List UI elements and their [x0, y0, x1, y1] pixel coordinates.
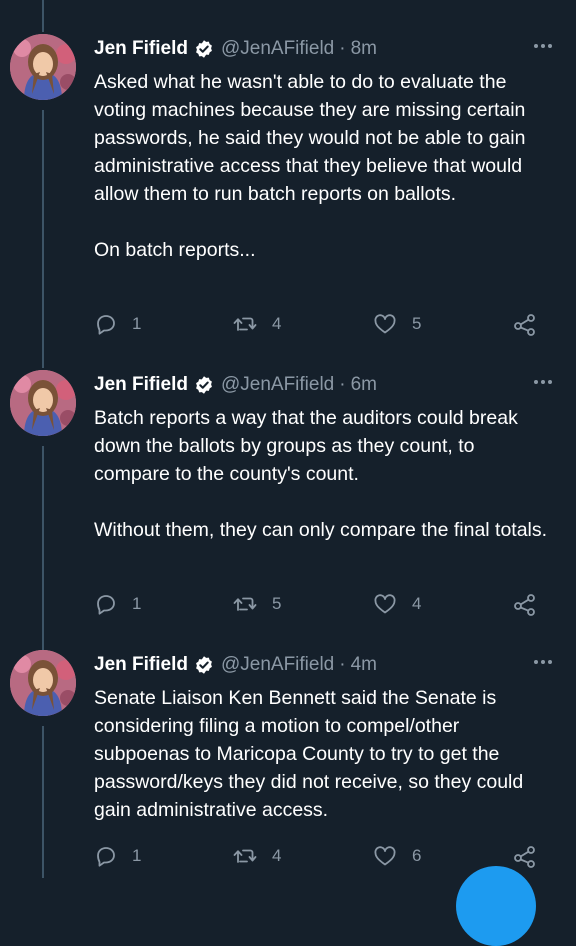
avatar[interactable] [10, 34, 76, 100]
tweet[interactable]: Jen Fifield @JenAFifield · 6m Batch repo… [0, 370, 576, 630]
reply-button[interactable]: 1 [94, 312, 141, 336]
like-icon [372, 844, 398, 868]
share-button[interactable] [512, 312, 538, 338]
separator-dot: · [339, 38, 346, 59]
retweet-icon [232, 844, 258, 868]
reply-count: 1 [132, 846, 142, 865]
tweet-paragraph: On batch reports... [94, 239, 256, 261]
retweet-count: 5 [272, 594, 282, 613]
avatar[interactable] [10, 650, 76, 716]
user-handle[interactable]: @JenAFifield [221, 38, 334, 60]
tweet-paragraph: Asked what he wasn't able to do to evalu… [94, 71, 526, 205]
verified-badge-icon [194, 39, 214, 59]
separator-dot: · [339, 654, 346, 675]
tweet-header: Jen Fifield @JenAFifield · 6m [94, 372, 560, 398]
retweet-button[interactable]: 4 [232, 312, 281, 336]
retweet-count: 4 [272, 846, 282, 865]
tweet-actions: 1 5 4 [94, 592, 554, 616]
tweet-text: Asked what he wasn't able to do to evalu… [94, 68, 554, 264]
tweet-paragraph: Senate Liaison Ken Bennett said the Sena… [94, 687, 524, 821]
thread-line [42, 0, 44, 32]
tweet-text: Batch reports a way that the auditors co… [94, 404, 554, 544]
like-count: 6 [412, 846, 422, 865]
like-button[interactable]: 5 [372, 312, 421, 336]
share-icon [512, 312, 538, 338]
display-name[interactable]: Jen Fifield [94, 374, 188, 396]
verified-badge-icon [194, 655, 214, 675]
reply-icon [94, 592, 118, 616]
separator-dot: · [339, 374, 346, 395]
timestamp[interactable]: 8m [351, 38, 377, 60]
reply-count: 1 [132, 594, 142, 613]
tweet-actions: 1 4 5 [94, 312, 554, 336]
share-icon [512, 844, 538, 870]
like-icon [372, 592, 398, 616]
more-icon[interactable] [534, 660, 552, 664]
tweet-header: Jen Fifield @JenAFifield · 4m [94, 652, 560, 678]
display-name[interactable]: Jen Fifield [94, 654, 188, 676]
like-button[interactable]: 6 [372, 844, 421, 868]
tweet-paragraph: Batch reports a way that the auditors co… [94, 407, 518, 485]
more-icon[interactable] [534, 380, 552, 384]
timestamp[interactable]: 6m [351, 374, 377, 396]
user-handle[interactable]: @JenAFifield [221, 374, 334, 396]
like-count: 4 [412, 594, 422, 613]
tweet-text: Senate Liaison Ken Bennett said the Sena… [94, 684, 554, 824]
reply-icon [94, 312, 118, 336]
retweet-button[interactable]: 5 [232, 592, 281, 616]
compose-button[interactable] [456, 866, 536, 946]
share-icon [512, 592, 538, 618]
verified-badge-icon [194, 375, 214, 395]
like-icon [372, 312, 398, 336]
retweet-icon [232, 592, 258, 616]
more-icon[interactable] [534, 44, 552, 48]
share-button[interactable] [512, 844, 538, 870]
reply-button[interactable]: 1 [94, 844, 141, 868]
tweet-header: Jen Fifield @JenAFifield · 8m [94, 36, 560, 62]
reply-button[interactable]: 1 [94, 592, 141, 616]
reply-count: 1 [132, 314, 142, 333]
user-handle[interactable]: @JenAFifield [221, 654, 334, 676]
reply-icon [94, 844, 118, 868]
share-button[interactable] [512, 592, 538, 618]
like-button[interactable]: 4 [372, 592, 421, 616]
retweet-button[interactable]: 4 [232, 844, 281, 868]
timestamp[interactable]: 4m [351, 654, 377, 676]
retweet-icon [232, 312, 258, 336]
tweet[interactable]: Jen Fifield @JenAFifield · 8m Asked what… [0, 34, 576, 336]
retweet-count: 4 [272, 314, 282, 333]
tweet-paragraph: Without them, they can only compare the … [94, 519, 548, 541]
display-name[interactable]: Jen Fifield [94, 38, 188, 60]
tweet-actions: 1 4 6 [94, 844, 554, 868]
like-count: 5 [412, 314, 422, 333]
avatar[interactable] [10, 370, 76, 436]
tweet[interactable]: Jen Fifield @JenAFifield · 4m Senate Lia… [0, 650, 576, 878]
